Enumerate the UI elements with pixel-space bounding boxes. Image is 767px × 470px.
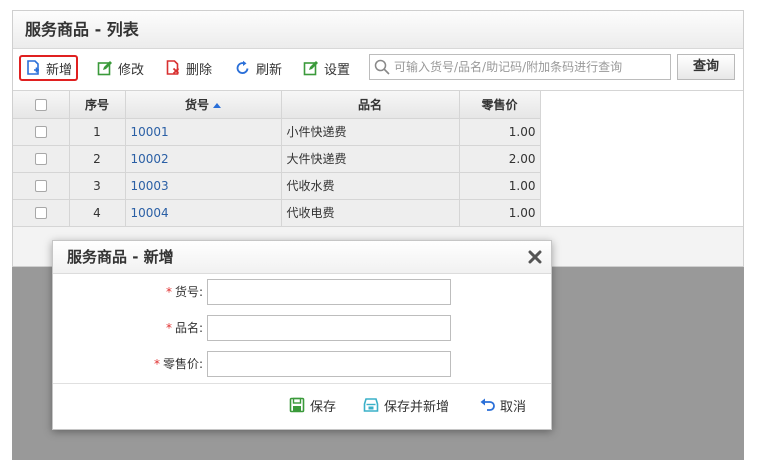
settings-button[interactable]: 设置: [297, 55, 356, 81]
cancel-button[interactable]: 取消: [479, 394, 526, 416]
row-name: 代收水费: [281, 172, 460, 200]
name-input[interactable]: [207, 315, 451, 341]
name-label-text: 品名:: [174, 321, 203, 335]
cancel-button-label: 取消: [500, 399, 527, 415]
name-label: * 品名:: [166, 315, 203, 341]
table-row[interactable]: 1 10001 小件快递费 1.00: [13, 118, 541, 146]
close-icon[interactable]: [527, 249, 543, 265]
sort-ascending-icon: [213, 102, 221, 108]
col-header-no[interactable]: 序号: [69, 91, 126, 119]
row-name: 代收电费: [281, 199, 460, 227]
query-button[interactable]: 查询: [677, 54, 735, 80]
goods-table: 序号 货号 品名 零售价 1 10001 小件快递费 1.00 2 10002 …: [13, 90, 743, 227]
select-all-checkbox[interactable]: [34, 98, 47, 111]
row-select-cell[interactable]: [13, 172, 70, 200]
search-input[interactable]: [394, 60, 664, 74]
col-header-price[interactable]: 零售价: [459, 91, 541, 119]
row-code[interactable]: 10002: [125, 145, 282, 173]
add-button[interactable]: 新增: [19, 55, 79, 81]
save-icon: [289, 397, 305, 413]
row-price: 1.00: [459, 172, 541, 200]
price-label: * 零售价:: [154, 351, 203, 377]
row-checkbox[interactable]: [34, 126, 47, 138]
toolbar: 新增 修改 删除 刷新 设置 可输入货号/品名/助记码/附加条码进行查询 查询: [13, 49, 743, 90]
search-icon: [374, 59, 390, 75]
row-price: 2.00: [459, 145, 541, 173]
file-delete-icon: [166, 60, 180, 75]
list-window: 服务商品 - 列表 新增 修改 删除 刷新 设置 可输入货号/品名/助记码/附加…: [12, 10, 744, 267]
save-button[interactable]: 保存: [289, 394, 336, 416]
row-checkbox[interactable]: [34, 207, 47, 219]
edit-button-label: 修改: [118, 62, 145, 78]
edit-button[interactable]: 修改: [91, 55, 150, 81]
row-no: 4: [69, 199, 126, 227]
required-mark: *: [153, 357, 160, 371]
row-name: 大件快递费: [281, 145, 460, 173]
file-plus-icon: [27, 60, 39, 75]
refresh-icon: [236, 60, 249, 74]
code-label: * 货号:: [166, 279, 203, 305]
row-select-cell[interactable]: [13, 118, 70, 146]
col-header-code[interactable]: 货号: [125, 91, 282, 119]
row-code[interactable]: 10004: [125, 199, 282, 227]
code-input[interactable]: [207, 279, 451, 305]
edit-icon: [97, 61, 112, 76]
page-title: 服务商品 - 列表: [13, 11, 743, 49]
code-label-text: 货号:: [174, 285, 203, 299]
table-row[interactable]: 2 10002 大件快递费 2.00: [13, 145, 541, 173]
price-input[interactable]: [207, 351, 451, 377]
settings-icon: [303, 61, 318, 76]
settings-button-label: 设置: [324, 62, 351, 78]
col-header-name[interactable]: 品名: [281, 91, 460, 119]
row-select-cell[interactable]: [13, 145, 70, 173]
form-row-code: * 货号:: [53, 279, 551, 305]
col-header-code-label: 货号: [184, 97, 209, 112]
save-new-icon: [363, 398, 379, 412]
delete-button[interactable]: 删除: [159, 55, 218, 81]
row-name: 小件快递费: [281, 118, 460, 146]
row-code[interactable]: 10001: [125, 118, 282, 146]
row-select-cell[interactable]: [13, 199, 70, 227]
table-header-row: 序号 货号 品名 零售价: [13, 91, 541, 119]
save-button-label: 保存: [310, 399, 337, 415]
table-row[interactable]: 3 10003 代收水费 1.00: [13, 172, 541, 200]
delete-button-label: 删除: [186, 62, 213, 78]
search-box: [369, 54, 671, 80]
row-price: 1.00: [459, 118, 541, 146]
select-all-cell[interactable]: [13, 91, 70, 119]
row-no: 1: [69, 118, 126, 146]
undo-icon: [480, 398, 495, 411]
refresh-button-label: 刷新: [256, 62, 283, 78]
save-and-new-button-label: 保存并新增: [384, 399, 450, 415]
row-checkbox[interactable]: [34, 180, 47, 192]
table-row[interactable]: 4 10004 代收电费 1.00: [13, 199, 541, 227]
row-price: 1.00: [459, 199, 541, 227]
dialog-title: 服务商品 - 新增: [67, 248, 174, 266]
add-button-label: 新增: [46, 62, 73, 78]
dialog-footer: 保存 保存并新增 取消: [53, 383, 551, 429]
required-mark: *: [165, 285, 172, 299]
row-code[interactable]: 10003: [125, 172, 282, 200]
price-label-text: 零售价:: [162, 357, 203, 371]
form-row-name: * 品名:: [53, 315, 551, 341]
refresh-button[interactable]: 刷新: [229, 55, 288, 81]
form-row-price: * 零售价:: [53, 351, 551, 377]
save-and-new-button[interactable]: 保存并新增: [363, 394, 449, 416]
row-checkbox[interactable]: [34, 153, 47, 165]
required-mark: *: [165, 321, 172, 335]
add-goods-dialog: 服务商品 - 新增 * 货号: * 品名: * 零售价: 保存 保存并新增 取消: [52, 240, 552, 430]
row-no: 2: [69, 145, 126, 173]
row-no: 3: [69, 172, 126, 200]
dialog-title-bar: 服务商品 - 新增: [53, 241, 551, 274]
